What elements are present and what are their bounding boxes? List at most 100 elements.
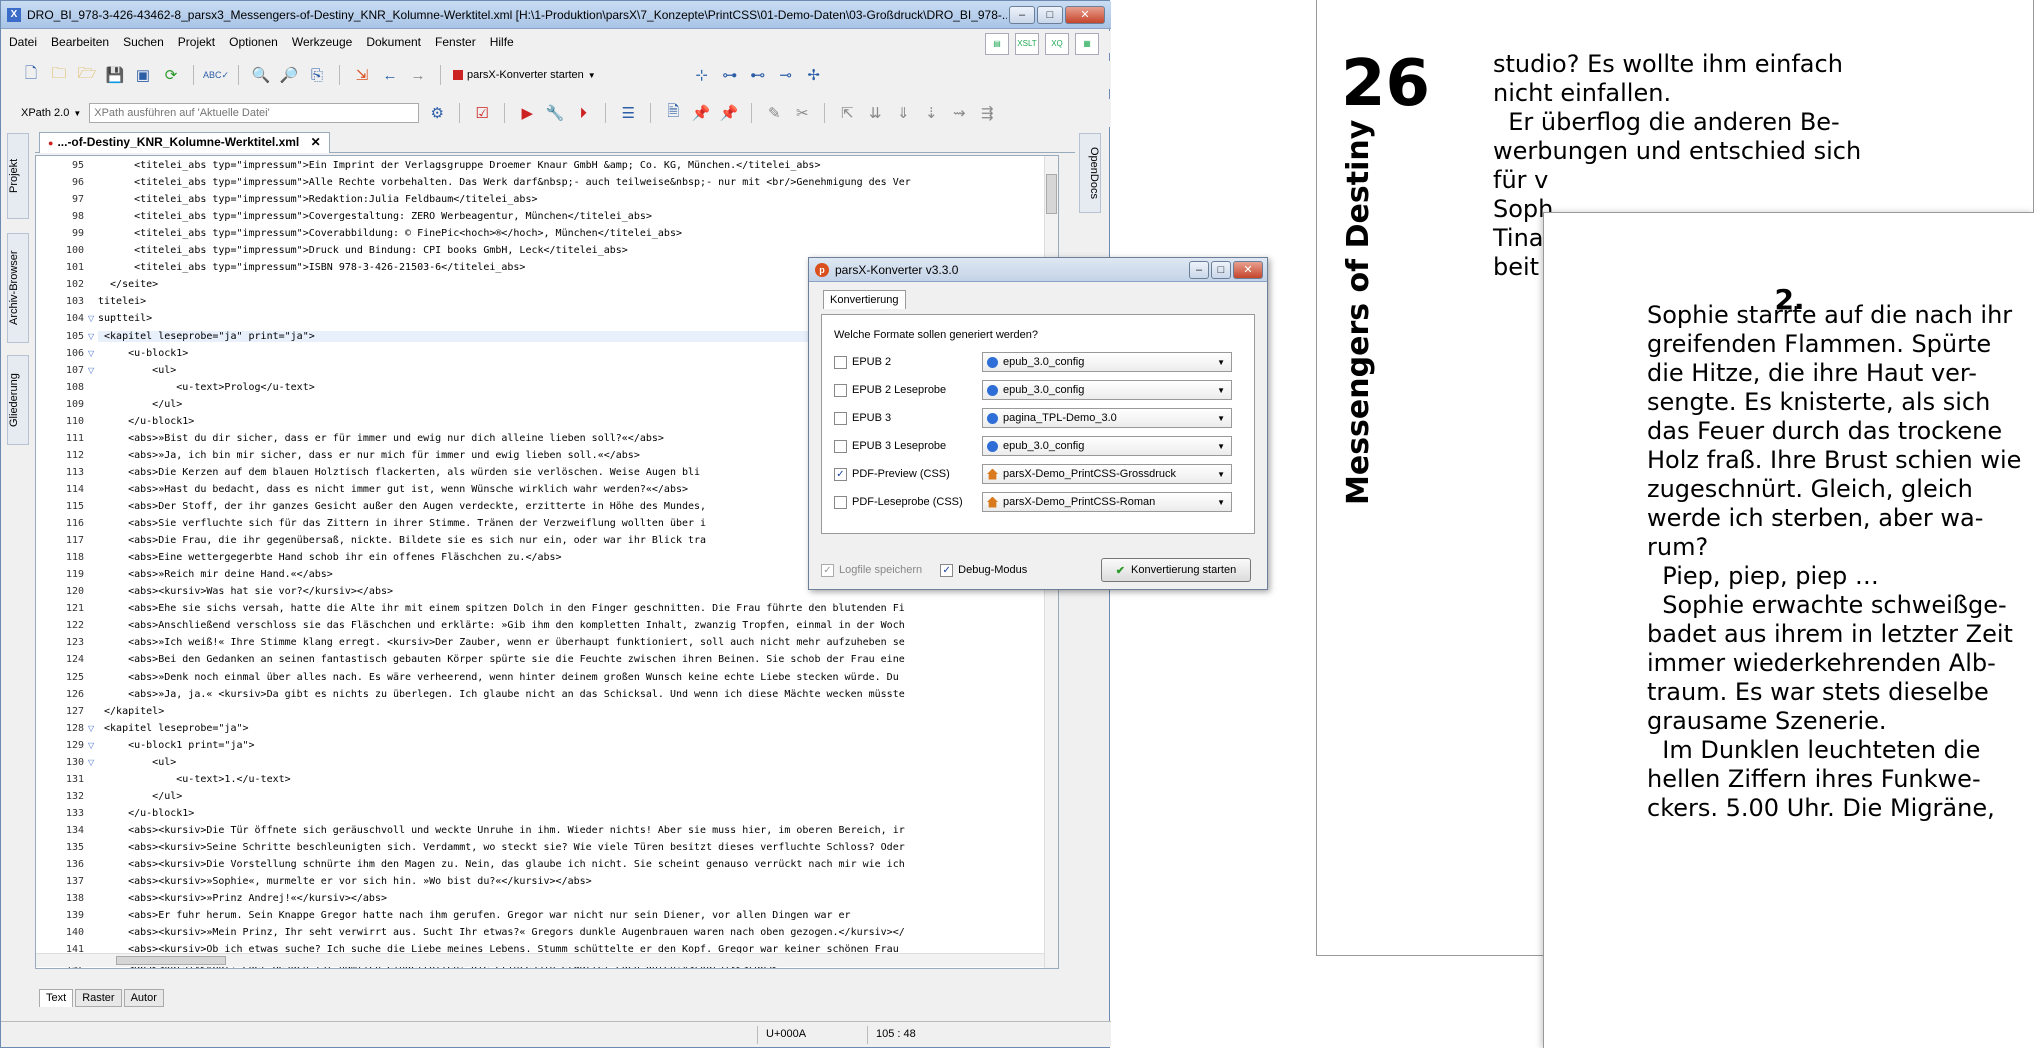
config-select[interactable]: epub_3.0_config ▼ bbox=[982, 436, 1232, 456]
code-line[interactable]: </ul> bbox=[98, 399, 182, 410]
code-line[interactable]: <abs>Ehe sie sichs versah, hatte die Alt… bbox=[98, 603, 905, 614]
refactor-icon-2[interactable]: ⇊ bbox=[865, 103, 885, 123]
code-line[interactable]: <titelei_abs typ="impressum">Redaktion:J… bbox=[98, 194, 537, 205]
format-checkbox[interactable] bbox=[834, 495, 847, 509]
code-line[interactable]: <titelei_abs typ="impressum">Covergestal… bbox=[98, 211, 652, 222]
format-checkbox[interactable] bbox=[834, 355, 847, 369]
refactor-icon-4[interactable]: ⇣ bbox=[921, 103, 941, 123]
fold-toggle-icon[interactable]: ▽ bbox=[88, 349, 94, 358]
code-line[interactable]: </kapitel> bbox=[98, 706, 164, 717]
refactor-icon-1[interactable]: ⇱ bbox=[837, 103, 857, 123]
code-line[interactable]: <u-block1> bbox=[98, 348, 188, 359]
edit-icon[interactable]: ✎ bbox=[764, 103, 784, 123]
code-line[interactable]: <abs>»Hast du bedacht, dass es nicht imm… bbox=[98, 484, 688, 495]
format-checkbox[interactable] bbox=[834, 439, 847, 453]
mode-tab-raster[interactable]: Raster bbox=[75, 989, 122, 1007]
open-url-icon[interactable]: 🗁 bbox=[77, 65, 97, 85]
mode-tab-autor[interactable]: Autor bbox=[123, 989, 164, 1007]
code-line[interactable]: </u-block1> bbox=[98, 808, 194, 819]
code-line[interactable]: <abs><kursiv>Die Vorstellung schnürte ih… bbox=[98, 859, 905, 870]
code-line[interactable]: suptteil> bbox=[98, 313, 152, 324]
new-file-icon[interactable]: 🗋 bbox=[21, 65, 41, 85]
config-select[interactable]: epub_3.0_config ▼ bbox=[982, 352, 1232, 372]
fold-toggle-icon[interactable]: ▽ bbox=[88, 314, 94, 323]
menu-datei[interactable]: Datei bbox=[9, 35, 37, 49]
menu-optionen[interactable]: Optionen bbox=[229, 35, 278, 49]
code-line[interactable]: <abs>»Bist du dir sicher, dass er für im… bbox=[98, 433, 664, 444]
document-tab[interactable]: ● ...-of-Destiny_KNR_Kolumne-Werktitel.xm… bbox=[39, 132, 330, 153]
dialog-maximize-button[interactable]: □ bbox=[1211, 260, 1231, 279]
code-line[interactable]: <abs>Die Kerzen auf dem blauen Holztisch… bbox=[98, 467, 700, 478]
validate-icon[interactable]: ☑ bbox=[472, 103, 492, 123]
code-line[interactable]: <u-text>Prolog</u-text> bbox=[98, 382, 314, 393]
code-line[interactable]: <u-block1 print="ja"> bbox=[98, 740, 254, 751]
code-line[interactable]: <abs>Er fuhr herum. Sein Knappe Gregor h… bbox=[98, 910, 850, 921]
xpath-input[interactable] bbox=[89, 103, 420, 123]
code-line[interactable]: <abs>»Ja, ja.« <kursiv>Da gibt es nichts… bbox=[98, 689, 905, 700]
code-line[interactable]: <ul> bbox=[98, 365, 176, 376]
close-tab-icon[interactable]: ✕ bbox=[311, 135, 321, 149]
fold-toggle-icon[interactable]: ▽ bbox=[88, 366, 94, 375]
xpath-child-icon[interactable]: ⊸ bbox=[776, 65, 796, 85]
save-icon[interactable]: 💾 bbox=[105, 65, 125, 85]
configure-transform-icon[interactable]: 🔧 bbox=[545, 103, 565, 123]
config-select[interactable]: parsX-Demo_PrintCSS-Roman ▼ bbox=[982, 492, 1232, 512]
format-indent-icon[interactable]: ☰ bbox=[618, 103, 638, 123]
refactor-icon-3[interactable]: ⇓ bbox=[893, 103, 913, 123]
reload-icon[interactable]: ⟳ bbox=[161, 65, 181, 85]
tab-opendocs[interactable]: OpenDocs bbox=[1079, 133, 1101, 213]
spellcheck-icon[interactable]: ABC✓ bbox=[203, 65, 229, 85]
refactor-icon-6[interactable]: ⇶ bbox=[977, 103, 997, 123]
menu-projekt[interactable]: Projekt bbox=[178, 35, 215, 49]
debug-checkbox[interactable]: ✓ Debug-Modus bbox=[940, 563, 1027, 577]
menu-hilfe[interactable]: Hilfe bbox=[490, 35, 514, 49]
code-line[interactable]: <kapitel leseprobe="ja"> bbox=[98, 723, 249, 734]
code-line[interactable]: <ul> bbox=[98, 757, 176, 768]
code-line[interactable]: </ul> bbox=[98, 791, 182, 802]
unpin-icon[interactable]: ✂ bbox=[792, 103, 812, 123]
minimize-button[interactable]: – bbox=[1009, 5, 1035, 24]
code-line[interactable]: </u-block1> bbox=[98, 416, 194, 427]
tab-gliederung[interactable]: Gliederung bbox=[7, 355, 29, 445]
config-select[interactable]: pagina_TPL-Demo_3.0 ▼ bbox=[982, 408, 1232, 428]
code-line[interactable]: <abs><kursiv>Seine Schritte beschleunigt… bbox=[98, 842, 905, 853]
start-conversion-button[interactable]: ✔ Konvertierung starten bbox=[1101, 558, 1251, 582]
forward-arrow-icon[interactable]: → bbox=[408, 65, 428, 85]
find-icon[interactable]: 🔍 bbox=[251, 65, 271, 85]
tab-projekt[interactable]: Projekt bbox=[7, 133, 29, 219]
dialog-close-button[interactable]: ✕ bbox=[1233, 260, 1263, 279]
xslt-perspective-icon[interactable]: XSLT bbox=[1015, 33, 1039, 55]
fold-toggle-icon[interactable]: ▽ bbox=[88, 724, 94, 733]
fold-toggle-icon[interactable]: ▽ bbox=[88, 741, 94, 750]
mode-tab-text[interactable]: Text bbox=[39, 989, 74, 1007]
horizontal-scroll-thumb[interactable] bbox=[116, 956, 226, 965]
code-line[interactable]: <titelei_abs typ="impressum">Coverabbild… bbox=[98, 228, 682, 239]
code-line[interactable]: <abs>»Reich mir deine Hand.«</abs> bbox=[98, 569, 333, 580]
menu-werkzeuge[interactable]: Werkzeuge bbox=[292, 35, 352, 49]
code-line[interactable]: <abs>»Ja, ich bin mir sicher, dass er nu… bbox=[98, 450, 640, 461]
code-line[interactable]: <titelei_abs typ="impressum">Ein Imprint… bbox=[98, 160, 820, 171]
code-line[interactable]: </seite> bbox=[98, 279, 158, 290]
document-check-icon[interactable]: 🗎 bbox=[663, 103, 683, 123]
code-line[interactable]: <abs>»Ich weiß!« Ihre Stimme klang erreg… bbox=[98, 637, 905, 648]
code-line[interactable]: <titelei_abs typ="impressum">ISBN 978-3-… bbox=[98, 262, 525, 273]
code-line[interactable]: <abs>Sie verfluchte sich für das Zittern… bbox=[98, 518, 706, 529]
code-line[interactable]: <abs><kursiv>»Sophie«, murmelte er vor s… bbox=[98, 876, 592, 887]
vertical-scroll-thumb[interactable] bbox=[1046, 174, 1057, 214]
xpath-parent-icon[interactable]: ⊷ bbox=[748, 65, 768, 85]
code-line[interactable]: <abs>»Denk noch einmal über alles nach. … bbox=[98, 672, 899, 683]
replace-icon[interactable]: ⎘ bbox=[307, 65, 327, 85]
pin-red-icon[interactable]: 📌 bbox=[691, 103, 711, 123]
menu-dokument[interactable]: Dokument bbox=[366, 35, 421, 49]
code-line[interactable]: <abs>Die Frau, die ihr gegenübersaß, nic… bbox=[98, 535, 706, 546]
config-select[interactable]: epub_3.0_config ▼ bbox=[982, 380, 1232, 400]
code-line[interactable]: <titelei_abs typ="impressum">Alle Rechte… bbox=[98, 177, 911, 188]
xpath-node-icon[interactable]: ⊶ bbox=[720, 65, 740, 85]
find-in-files-icon[interactable]: 🔎 bbox=[279, 65, 299, 85]
maximize-button[interactable]: □ bbox=[1037, 5, 1063, 24]
xpath-sibling-icon[interactable]: ✢ bbox=[804, 65, 824, 85]
code-line[interactable]: <abs>Anschließend verschloss sie das Flä… bbox=[98, 620, 905, 631]
fold-toggle-icon[interactable]: ▽ bbox=[88, 332, 94, 341]
format-checkbox[interactable] bbox=[834, 383, 847, 397]
debug-transform-icon[interactable]: ⏵ bbox=[573, 103, 593, 123]
